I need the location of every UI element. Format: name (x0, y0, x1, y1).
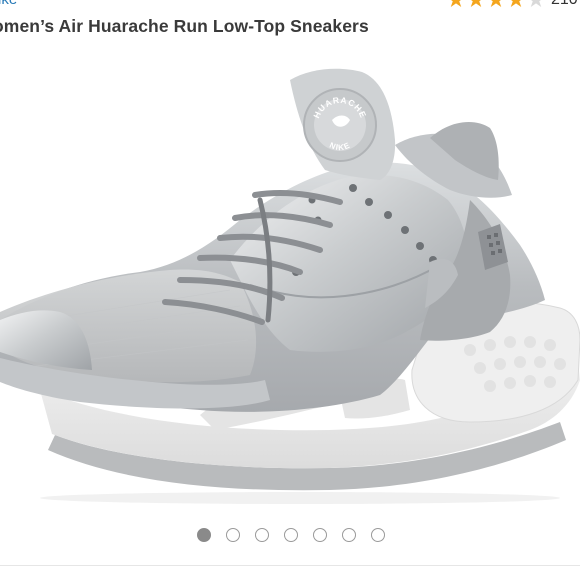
carousel-dot[interactable] (313, 528, 327, 542)
carousel-pager (0, 528, 580, 546)
star-rating (447, 0, 545, 9)
review-count[interactable]: 210 (551, 0, 578, 9)
carousel-dot[interactable] (371, 528, 385, 542)
star-icon (487, 0, 505, 7)
product-image[interactable]: HUARACHE NIKE (0, 50, 580, 505)
product-title: omen’s Air Huarache Run Low-Top Sneakers (0, 16, 369, 36)
sneaker-image: HUARACHE NIKE (0, 68, 580, 504)
star-icon (447, 0, 465, 7)
divider (0, 565, 580, 566)
carousel-dot[interactable] (255, 528, 269, 542)
carousel-dot[interactable] (226, 528, 240, 542)
star-icon (467, 0, 485, 7)
rating[interactable]: 210 (447, 0, 578, 8)
carousel-dot[interactable] (284, 528, 298, 542)
brand-link[interactable]: ike (0, 0, 17, 8)
star-icon (527, 0, 545, 7)
carousel-dot[interactable] (197, 528, 211, 542)
carousel-dot[interactable] (342, 528, 356, 542)
star-icon (507, 0, 525, 7)
